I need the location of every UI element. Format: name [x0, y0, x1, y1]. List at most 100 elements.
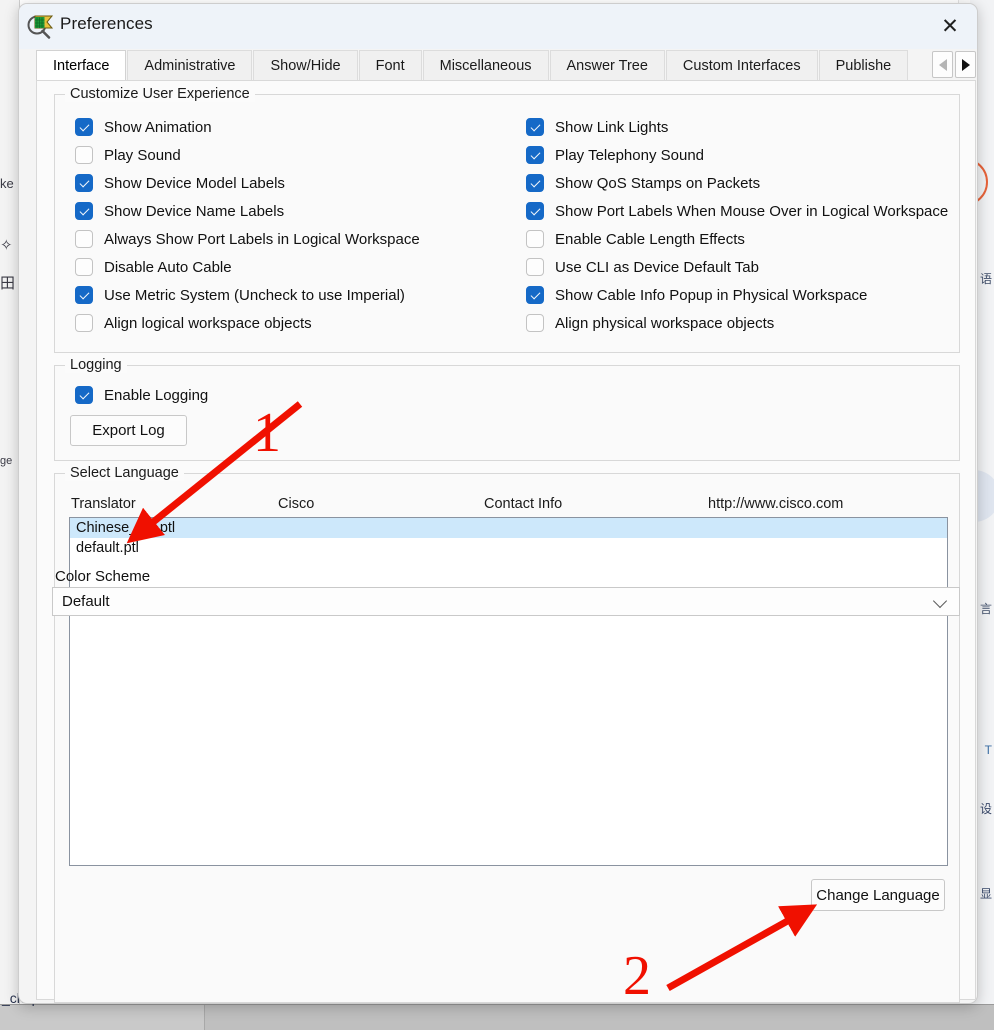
- checkbox-always-show-port-labels-in-logical-workspace[interactable]: Always Show Port Labels in Logical Works…: [75, 228, 420, 250]
- checkbox-use-cli-as-device-default-tab[interactable]: Use CLI as Device Default Tab: [526, 256, 759, 278]
- tab-answer-tree[interactable]: Answer Tree: [549, 50, 665, 81]
- checkbox-label: Align logical workspace objects: [104, 314, 312, 332]
- checkbox-show-device-name-labels[interactable]: Show Device Name Labels: [75, 200, 284, 222]
- annotation-number-2: 2: [623, 945, 651, 1007]
- close-button[interactable]: ✕: [923, 4, 977, 48]
- logging-legend: Logging: [65, 357, 127, 373]
- tab-scroll-left-button[interactable]: [932, 51, 953, 78]
- tab-list: Interface Administrative Show/Hide Font Misc…: [36, 49, 934, 81]
- color-scheme-select[interactable]: Default: [52, 587, 960, 616]
- checkbox-box: [75, 258, 93, 276]
- checkbox-box: [75, 314, 93, 332]
- background-left-glyph-1: ✧: [0, 237, 13, 254]
- checkbox-box: [526, 146, 544, 164]
- checkbox-label: Use Metric System (Uncheck to use Imperi…: [104, 286, 405, 304]
- checkbox-box: [75, 202, 93, 220]
- checkbox-label: Enable Cable Length Effects: [555, 230, 745, 248]
- checkbox-label: Always Show Port Labels in Logical Works…: [104, 230, 420, 248]
- enable-logging-checkbox-box: [75, 386, 93, 404]
- preferences-dialog: Preferences ✕ Interface Administrative Sho…: [18, 3, 978, 1004]
- dialog-title: Preferences: [60, 14, 153, 33]
- checkbox-align-logical-workspace-objects[interactable]: Align logical workspace objects: [75, 312, 312, 334]
- select-language-legend: Select Language: [65, 465, 184, 481]
- chevron-down-icon: [932, 593, 948, 608]
- column-cisco: Cisco: [278, 496, 315, 512]
- checkbox-box: [75, 230, 93, 248]
- checkbox-show-port-labels-when-mouse-over-in-logical-workspace[interactable]: Show Port Labels When Mouse Over in Logi…: [526, 200, 948, 222]
- select-language-group: Select Language Translator Cisco Contact…: [54, 465, 960, 1003]
- language-columns-header: Translator Cisco Contact Info http://www…: [71, 496, 941, 512]
- export-log-button[interactable]: Export Log: [70, 415, 187, 446]
- list-item[interactable]: Chinese_chi.ptl: [70, 518, 947, 538]
- background-right-label-4: 显: [979, 887, 992, 901]
- checkbox-show-cable-info-popup-in-physical-workspace[interactable]: Show Cable Info Popup in Physical Worksp…: [526, 284, 867, 306]
- checkbox-align-physical-workspace-objects[interactable]: Align physical workspace objects: [526, 312, 774, 334]
- logging-group: Logging Enable Logging Export Log: [54, 357, 960, 461]
- column-contact-url: http://www.cisco.com: [708, 496, 844, 512]
- checkbox-enable-cable-length-effects[interactable]: Enable Cable Length Effects: [526, 228, 745, 250]
- checkbox-play-telephony-sound[interactable]: Play Telephony Sound: [526, 144, 704, 166]
- checkbox-label: Show Cable Info Popup in Physical Worksp…: [555, 286, 868, 304]
- change-language-button[interactable]: Change Language: [811, 879, 945, 911]
- tab-publishe[interactable]: Publishe: [818, 50, 909, 81]
- checkbox-box: [526, 230, 544, 248]
- enable-logging-label: Enable Logging: [104, 386, 209, 404]
- background-status-seg-2: [68, 1005, 205, 1030]
- background-right-label-2: T: [984, 743, 992, 757]
- tab-font[interactable]: Font: [358, 50, 422, 81]
- checkbox-show-link-lights[interactable]: Show Link Lights: [526, 116, 668, 138]
- checkbox-label: Show Link Lights: [555, 118, 669, 136]
- tab-scroll-right-button[interactable]: [955, 51, 976, 78]
- checkbox-box: [526, 286, 544, 304]
- checkbox-box: [526, 118, 544, 136]
- language-list[interactable]: Chinese_chi.ptl default.ptl: [69, 517, 948, 866]
- background-left-border: [0, 0, 20, 1005]
- tab-interface[interactable]: Interface: [36, 50, 127, 81]
- background-right-label-3: 设: [979, 802, 992, 816]
- column-contact-info: Contact Info: [484, 496, 563, 512]
- tab-scroll-viewport: Interface Administrative Show/Hide Font Misc…: [36, 49, 934, 81]
- tab-administrative[interactable]: Administrative: [127, 50, 253, 81]
- chevron-right-icon: [961, 58, 970, 71]
- close-icon: ✕: [941, 14, 959, 38]
- chevron-left-icon: [938, 58, 947, 71]
- checkbox-box: [526, 258, 544, 276]
- enable-logging-checkbox[interactable]: Enable Logging: [75, 384, 208, 406]
- customize-user-experience-group: Customize User Experience Show Animation…: [54, 86, 960, 353]
- dialog-title-bar: Preferences ✕: [19, 4, 977, 49]
- checkbox-box: [75, 146, 93, 164]
- tab-strip: Interface Administrative Show/Hide Font Misc…: [36, 49, 976, 81]
- checkbox-box: [75, 118, 93, 136]
- checkbox-label: Play Telephony Sound: [555, 146, 705, 164]
- checkbox-label: Disable Auto Cable: [104, 258, 232, 276]
- checkbox-box: [526, 314, 544, 332]
- color-scheme-label: Color Scheme: [55, 568, 151, 585]
- checkbox-show-device-model-labels[interactable]: Show Device Model Labels: [75, 172, 285, 194]
- preferences-magnifier-icon: [26, 11, 56, 41]
- checkbox-show-animation[interactable]: Show Animation: [75, 116, 212, 138]
- annotation-number-1: 1: [253, 402, 281, 464]
- background-status-seg-1: [0, 1005, 69, 1030]
- tab-show-hide[interactable]: Show/Hide: [253, 50, 358, 81]
- tab-miscellaneous[interactable]: Miscellaneous: [422, 50, 549, 81]
- checkbox-label: Show Device Model Labels: [104, 174, 285, 192]
- interface-tab-panel: Customize User Experience Show Animation…: [36, 80, 976, 1003]
- checkbox-box: [526, 174, 544, 192]
- checkbox-show-qos-stamps-on-packets[interactable]: Show QoS Stamps on Packets: [526, 172, 760, 194]
- list-item[interactable]: default.ptl: [70, 538, 947, 558]
- background-right-label-1: 言: [979, 602, 992, 616]
- checkbox-label: Show Device Name Labels: [104, 202, 285, 220]
- checkbox-play-sound[interactable]: Play Sound: [75, 144, 181, 166]
- checkbox-label: Show QoS Stamps on Packets: [555, 174, 761, 192]
- background-left-text-ke: ke: [0, 176, 14, 191]
- tab-custom-interfaces[interactable]: Custom Interfaces: [665, 50, 818, 81]
- checkbox-disable-auto-cable[interactable]: Disable Auto Cable: [75, 256, 232, 278]
- customize-user-experience-legend: Customize User Experience: [65, 86, 255, 102]
- checkbox-label: Use CLI as Device Default Tab: [555, 258, 759, 276]
- checkbox-box: [526, 202, 544, 220]
- checkbox-label: Play Sound: [104, 146, 181, 164]
- color-scheme-value: Default: [62, 593, 110, 610]
- checkbox-label: Show Port Labels When Mouse Over in Logi…: [555, 202, 949, 220]
- background-left-label: ge: [0, 455, 13, 467]
- checkbox-use-metric-system-uncheck-to-use-imperial[interactable]: Use Metric System (Uncheck to use Imperi…: [75, 284, 405, 306]
